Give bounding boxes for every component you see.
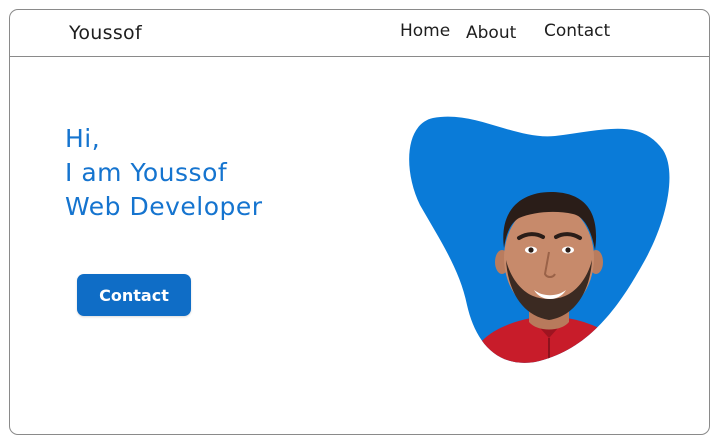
hero-role-line: Web Developer — [65, 192, 263, 221]
nav-link-about[interactable]: About — [466, 23, 516, 43]
site-logo[interactable]: Youssof — [69, 22, 142, 44]
nav-link-contact[interactable]: Contact — [544, 21, 610, 41]
contact-button[interactable]: Contact — [77, 274, 191, 316]
browser-window: Youssof Home About Contact Hi, I am Yous… — [9, 9, 710, 435]
navbar: Youssof Home About Contact — [10, 10, 709, 57]
hero-heading: Hi, I am Youssof Web Developer — [65, 122, 263, 224]
hero-greeting: Hi, — [65, 124, 101, 153]
profile-portrait — [409, 116, 670, 363]
hero-name-line: I am Youssof — [65, 158, 228, 187]
nav-link-home[interactable]: Home — [400, 21, 450, 41]
